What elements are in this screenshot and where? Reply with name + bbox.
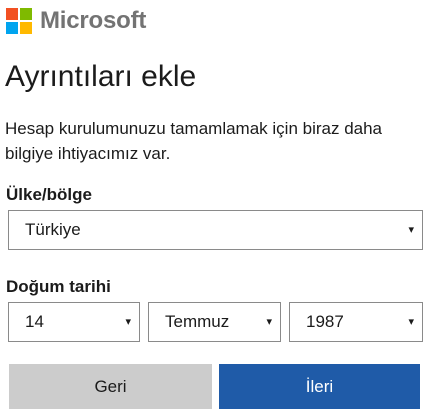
birthdate-label: Doğum tarihi: [6, 277, 111, 296]
chevron-down-icon: ▾: [408, 223, 414, 236]
chevron-down-icon: ▾: [125, 315, 131, 328]
microsoft-logo-icon: [6, 8, 32, 34]
birth-day-select[interactable]: 14 ▾: [8, 302, 140, 342]
birth-year-value: 1987: [306, 312, 344, 331]
country-select[interactable]: Türkiye ▾: [8, 210, 423, 250]
brand-name: Microsoft: [40, 7, 147, 34]
logo-square-blue: [6, 22, 18, 34]
page-description: Hesap kurulumunuzu tamamlamak için biraz…: [5, 119, 383, 163]
birth-day-value: 14: [25, 312, 44, 331]
logo-square-red: [6, 8, 18, 20]
logo-square-yellow: [20, 22, 32, 34]
birth-year-select[interactable]: 1987 ▾: [289, 302, 423, 342]
brand-header: Microsoft: [6, 8, 146, 34]
country-label: Ülke/bölge: [6, 185, 92, 204]
page-title: Ayrıntıları ekle: [5, 60, 197, 93]
birth-month-value: Temmuz: [165, 312, 230, 331]
next-button[interactable]: İleri: [219, 364, 420, 409]
logo-square-green: [20, 8, 32, 20]
country-select-value: Türkiye: [25, 220, 81, 239]
chevron-down-icon: ▾: [266, 315, 272, 328]
birth-month-select[interactable]: Temmuz ▾: [148, 302, 281, 342]
back-button[interactable]: Geri: [9, 364, 212, 409]
chevron-down-icon: ▾: [408, 315, 414, 328]
account-details-page: Microsoft Ayrıntıları ekle Hesap kurulum…: [0, 0, 433, 417]
